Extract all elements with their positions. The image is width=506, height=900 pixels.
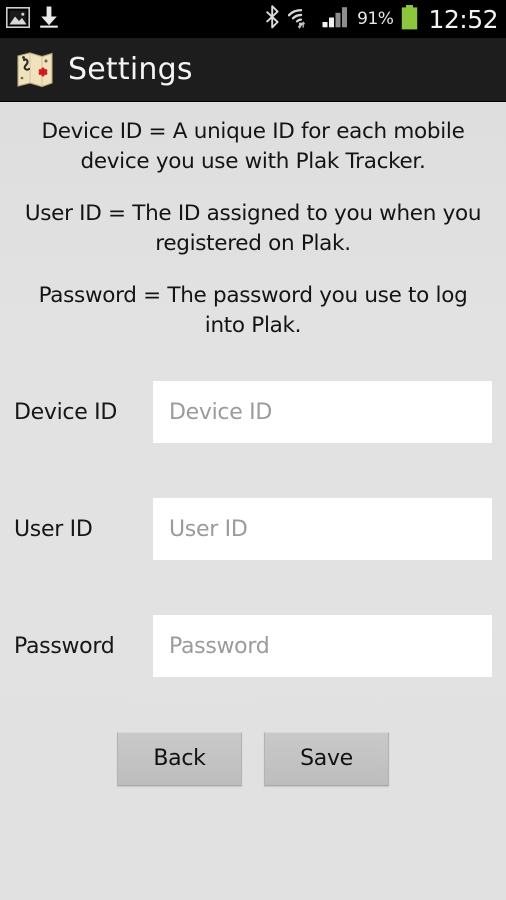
intro-paragraph-user-id: User ID = The ID assigned to you when yo… (24, 201, 482, 256)
cellular-signal-icon (322, 6, 349, 32)
intro-paragraph-device-id: Device ID = A unique ID for each mobile … (41, 119, 465, 174)
password-label: Password (14, 633, 115, 659)
treasure-map-app-icon (12, 50, 56, 90)
bluetooth-icon (265, 5, 280, 33)
user-id-input[interactable] (153, 498, 492, 560)
device-id-label: Device ID (14, 399, 117, 425)
app-title-bar: Settings (0, 38, 506, 102)
status-bar-left-icons (6, 6, 59, 32)
download-icon (39, 6, 59, 32)
intro-text-block: Device ID = A unique ID for each mobile … (0, 103, 506, 341)
intro-paragraph-password: Password = The password you use to log i… (38, 283, 468, 338)
form-button-row: Back Save (0, 732, 506, 786)
gallery-image-icon (6, 6, 30, 32)
password-input[interactable] (153, 615, 492, 677)
page-title: Settings (68, 51, 193, 87)
save-button[interactable]: Save (264, 732, 389, 786)
status-bar-right-icons: 91% 12:52 (265, 4, 499, 34)
device-id-input[interactable] (153, 381, 492, 443)
user-id-label: User ID (14, 516, 93, 542)
back-button[interactable]: Back (117, 732, 242, 786)
field-row-device-id: Device ID (0, 381, 506, 443)
battery-percent-label: 91% (357, 8, 394, 29)
status-bar: 91% 12:52 (0, 0, 506, 38)
settings-form: Device ID User ID Password (0, 381, 506, 677)
status-bar-clock: 12:52 (428, 4, 498, 34)
battery-icon (401, 4, 418, 34)
field-row-password: Password (0, 615, 506, 677)
wifi-icon (287, 5, 314, 33)
settings-content: Device ID = A unique ID for each mobile … (0, 103, 506, 900)
field-row-user-id: User ID (0, 498, 506, 560)
